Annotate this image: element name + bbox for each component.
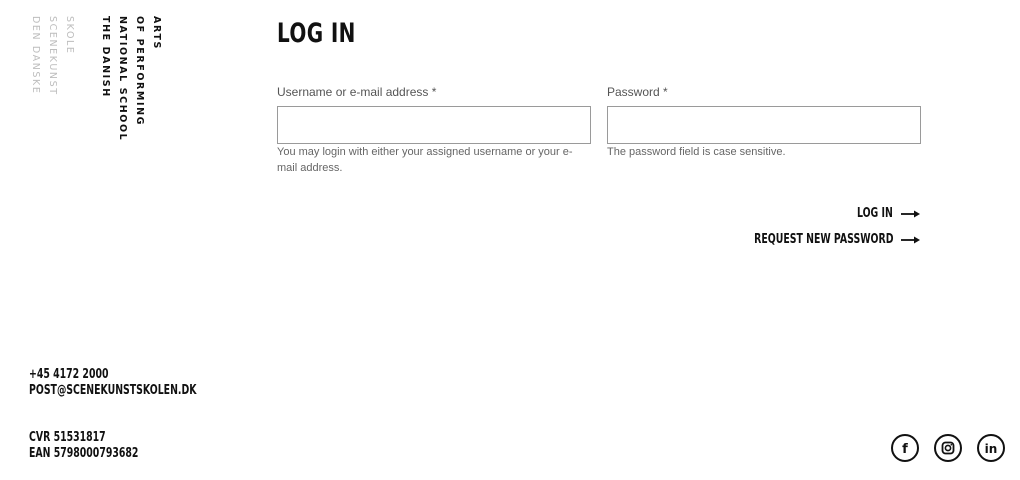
svg-text:f: f — [902, 442, 908, 455]
footer-contact: +45 4172 2000 POST@SCENEKUNSTSKOLEN.DK — [29, 367, 196, 399]
ean-number: EAN 5798000793682 — [29, 446, 139, 461]
logo-danish-line-1: DEN DANSKE — [30, 16, 41, 95]
password-input[interactable] — [607, 106, 921, 144]
logo-danish-line-3: SKOLE — [64, 16, 75, 55]
arrow-right-icon — [901, 236, 920, 243]
logo-english-line-1: THE DANISH — [100, 16, 111, 98]
request-new-password-label: REQUEST NEW PASSWORD — [753, 232, 893, 247]
facebook-icon[interactable]: f — [891, 434, 919, 462]
instagram-icon[interactable] — [934, 434, 962, 462]
linkedin-icon[interactable]: in — [977, 434, 1005, 462]
login-button[interactable]: LOG IN — [843, 206, 920, 221]
logo-english-line-4: ARTS — [151, 16, 162, 50]
svg-text:in: in — [985, 442, 998, 455]
password-hint: The password field is case sensitive. — [607, 146, 786, 158]
footer-company-info: CVR 51531817 EAN 5798000793682 — [29, 430, 138, 462]
email-link[interactable]: POST@SCENEKUNSTSKOLEN.DK — [29, 383, 196, 399]
username-label: Username or e-mail address * — [277, 85, 437, 99]
arrow-right-icon — [901, 210, 920, 217]
phone-link[interactable]: +45 4172 2000 — [29, 367, 196, 383]
page-title: LOG IN — [277, 18, 356, 49]
request-new-password-link[interactable]: REQUEST NEW PASSWORD — [700, 232, 920, 247]
cvr-number: CVR 51531817 — [29, 430, 106, 445]
logo-english-line-3: OF PERFORMING — [134, 16, 145, 127]
password-label: Password * — [607, 85, 668, 99]
username-input[interactable] — [277, 106, 591, 144]
login-button-label: LOG IN — [857, 206, 893, 221]
logo-danish-line-2: SCENEKUNST — [47, 16, 58, 96]
logo-english-line-2: NATIONAL SCHOOL — [117, 16, 128, 142]
username-hint: You may login with either your assigned … — [277, 146, 573, 174]
